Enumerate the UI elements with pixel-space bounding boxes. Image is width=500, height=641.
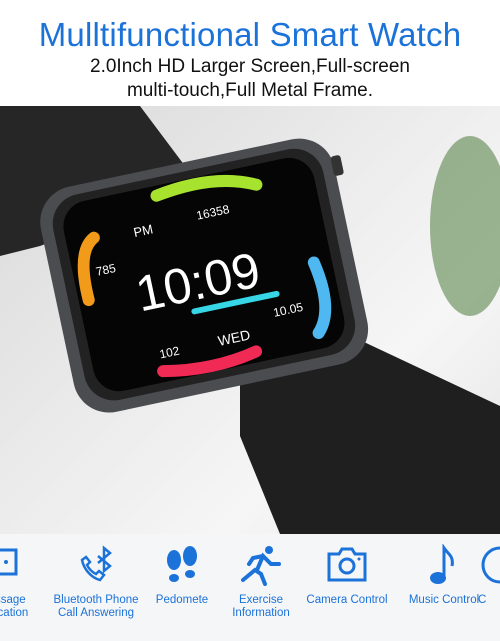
camera-icon <box>327 547 367 582</box>
bluetooth-phone-icon <box>80 545 112 582</box>
feature-camera: Camera Control <box>292 544 402 607</box>
header: Mulltifunctional Smart Watch 2.0Inch HD … <box>0 0 500 106</box>
feature-label: Camera Control <box>306 594 388 606</box>
footprints-icon <box>167 546 197 582</box>
message-icon <box>0 548 18 576</box>
subtitle-line-2: multi-touch,Full Metal Frame. <box>126 80 373 101</box>
page-title: Mulltifunctional Smart Watch <box>38 16 462 53</box>
feature-label: C <box>478 594 487 606</box>
feature-clock: C <box>478 544 500 607</box>
clock-icon <box>481 546 500 584</box>
smartwatch-illustration: PM 16358 785 10:09 10.05 102 WED <box>0 106 500 534</box>
product-photo: PM 16358 785 10:09 10.05 102 WED <box>0 106 500 534</box>
plant-leaf <box>430 136 500 316</box>
subtitle-line-1: 2.0Inch HD Larger Screen,Full-screen <box>90 56 410 77</box>
feature-strip: ssage ication Bluetooth Phone Call Answe… <box>0 534 500 641</box>
music-note-icon <box>430 544 454 584</box>
running-icon <box>241 546 281 586</box>
